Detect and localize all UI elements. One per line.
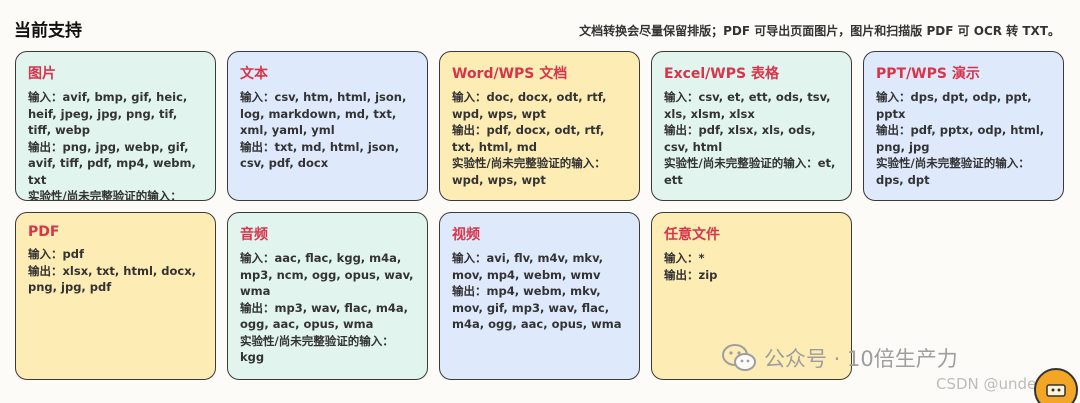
experimental-inputs: 实验性/尚未完整验证的输入：kgg (240, 333, 394, 365)
experimental-inputs: 实验性/尚未完整验证的输入：et, ett (664, 156, 836, 187)
card-video: 视频 输入：avi, flv, m4v, mkv, mov, mp4, webm… (439, 212, 640, 380)
experimental-inputs: 实验性/尚未完整验证的输入：wpd, wps, wpt (452, 156, 606, 187)
output-formats: 输出：mp4, webm, mkv, mov, gif, mp3, wav, f… (452, 284, 622, 331)
card-title: PDF (28, 224, 60, 240)
avatar[interactable] (1034, 368, 1078, 403)
card-title: 任意文件 (664, 227, 720, 243)
input-formats: 输入：doc, docx, odt, rtf, wpd, wps, wpt (452, 90, 607, 121)
experimental-inputs: 实验性/尚未完整验证的输入：heic, heif (28, 189, 182, 201)
card-ppt-wps: PPT/WPS 演示 输入：dps, dpt, odp, ppt, pptx 输… (863, 51, 1064, 201)
page-title: 当前支持 (14, 21, 82, 41)
card-title: 音频 (240, 227, 268, 243)
input-formats: 输入：avi, flv, m4v, mkv, mov, mp4, webm, w… (452, 251, 603, 282)
card-title: 图片 (28, 66, 56, 82)
output-formats: 输出：zip (664, 267, 718, 282)
output-formats: 输出：pdf, docx, odt, rtf, txt, html, md (452, 123, 605, 154)
output-formats: 输出：txt, md, html, json, csv, pdf, docx (240, 139, 400, 171)
input-formats: 输入：aac, flac, kgg, m4a, mp3, ncm, ogg, o… (240, 251, 414, 298)
card-word-wps: Word/WPS 文档 输入：doc, docx, odt, rtf, wpd,… (439, 51, 640, 201)
output-formats: 输出：xlsx, txt, html, docx, png, jpg, pdf (28, 263, 196, 295)
input-formats: 输入：csv, et, ett, ods, tsv, xls, xlsm, xl… (664, 90, 831, 121)
card-audio: 音频 输入：aac, flac, kgg, m4a, mp3, ncm, ogg… (227, 212, 428, 380)
card-title: 文本 (240, 66, 268, 82)
conversion-note: 文档转换会尽量保留排版；PDF 可导出页面图片，图片和扫描版 PDF 可 OCR… (579, 24, 1060, 38)
wechat-account-name: 公众号 · 10倍生产力 (764, 347, 958, 371)
input-formats: 输入：avif, bmp, gif, heic, heif, jpeg, jpg… (28, 90, 188, 137)
output-formats: 输出：pdf, pptx, odp, html, png, jpg (876, 123, 1045, 154)
card-title: Excel/WPS 表格 (664, 66, 779, 82)
card-text: 文本 输入：csv, htm, html, json, log, markdow… (227, 51, 428, 201)
input-formats: 输入：dps, dpt, odp, ppt, pptx (876, 90, 1032, 121)
card-title: Word/WPS 文档 (452, 66, 568, 82)
card-title: 视频 (452, 227, 480, 243)
card-title: PPT/WPS 演示 (876, 66, 980, 82)
output-formats: 输出：pdf, xlsx, xls, ods, csv, html (664, 123, 816, 154)
experimental-inputs: 实验性/尚未完整验证的输入：dps, dpt (876, 156, 1030, 187)
input-formats: 输入：csv, htm, html, json, log, markdown, … (240, 90, 407, 137)
card-image: 图片 输入：avif, bmp, gif, heic, heif, jpeg, … (15, 51, 216, 201)
page: 当前支持 文档转换会尽量保留排版；PDF 可导出页面图片，图片和扫描版 PDF … (0, 0, 1080, 403)
card-pdf: PDF 输入：pdf 输出：xlsx, txt, html, docx, png… (15, 212, 216, 380)
avatar-icon (1046, 384, 1066, 397)
output-formats: 输出：png, jpg, webp, gif, avif, tiff, pdf,… (28, 139, 196, 187)
card-excel-wps: Excel/WPS 表格 输入：csv, et, ett, ods, tsv, … (651, 51, 852, 201)
output-formats: 输出：mp3, wav, flac, m4a, ogg, aac, opus, … (240, 300, 408, 332)
input-formats: 输入：pdf (28, 247, 84, 261)
input-formats: 输入：* (664, 251, 705, 265)
wechat-watermark: 公众号 · 10倍生产力 (722, 343, 958, 373)
wechat-icon (722, 344, 756, 371)
